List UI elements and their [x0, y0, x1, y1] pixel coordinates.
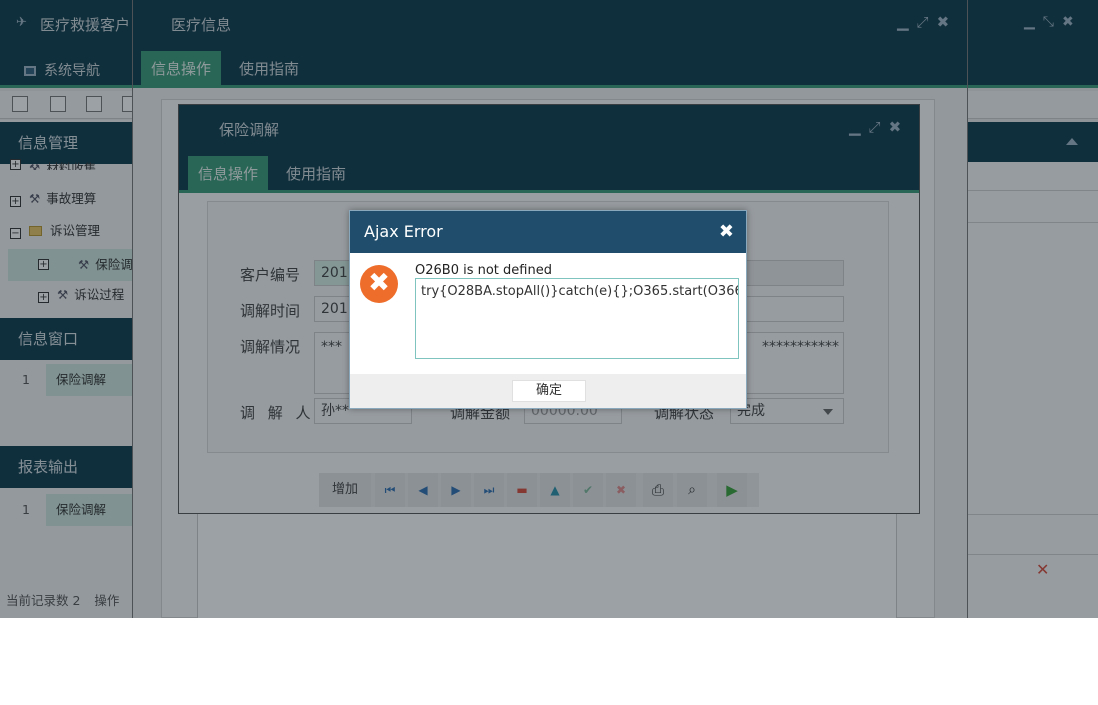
error-icon: ✖ — [360, 265, 398, 303]
dialog-title: Ajax Error — [364, 222, 443, 241]
ajax-error-dialog: Ajax Error ✖ ✖ O26B0 is not defined try{… — [349, 210, 747, 409]
desktop: ✈ 医疗救援客户 ▁⤡✖ 系统导航 信息管理 + ⚒ 材料收集 + ⚒ 事故理算 − 诉讼… — [0, 0, 1098, 618]
dialog-footer: 确定 — [350, 374, 746, 408]
error-message: O26B0 is not defined — [415, 263, 552, 278]
dialog-title-bar: Ajax Error ✖ — [350, 211, 746, 253]
close-icon[interactable]: ✖ — [719, 221, 734, 242]
error-detail-textarea[interactable]: try{O28BA.stopAll()}catch(e){};O365.star… — [415, 278, 739, 359]
ok-button[interactable]: 确定 — [512, 380, 586, 402]
